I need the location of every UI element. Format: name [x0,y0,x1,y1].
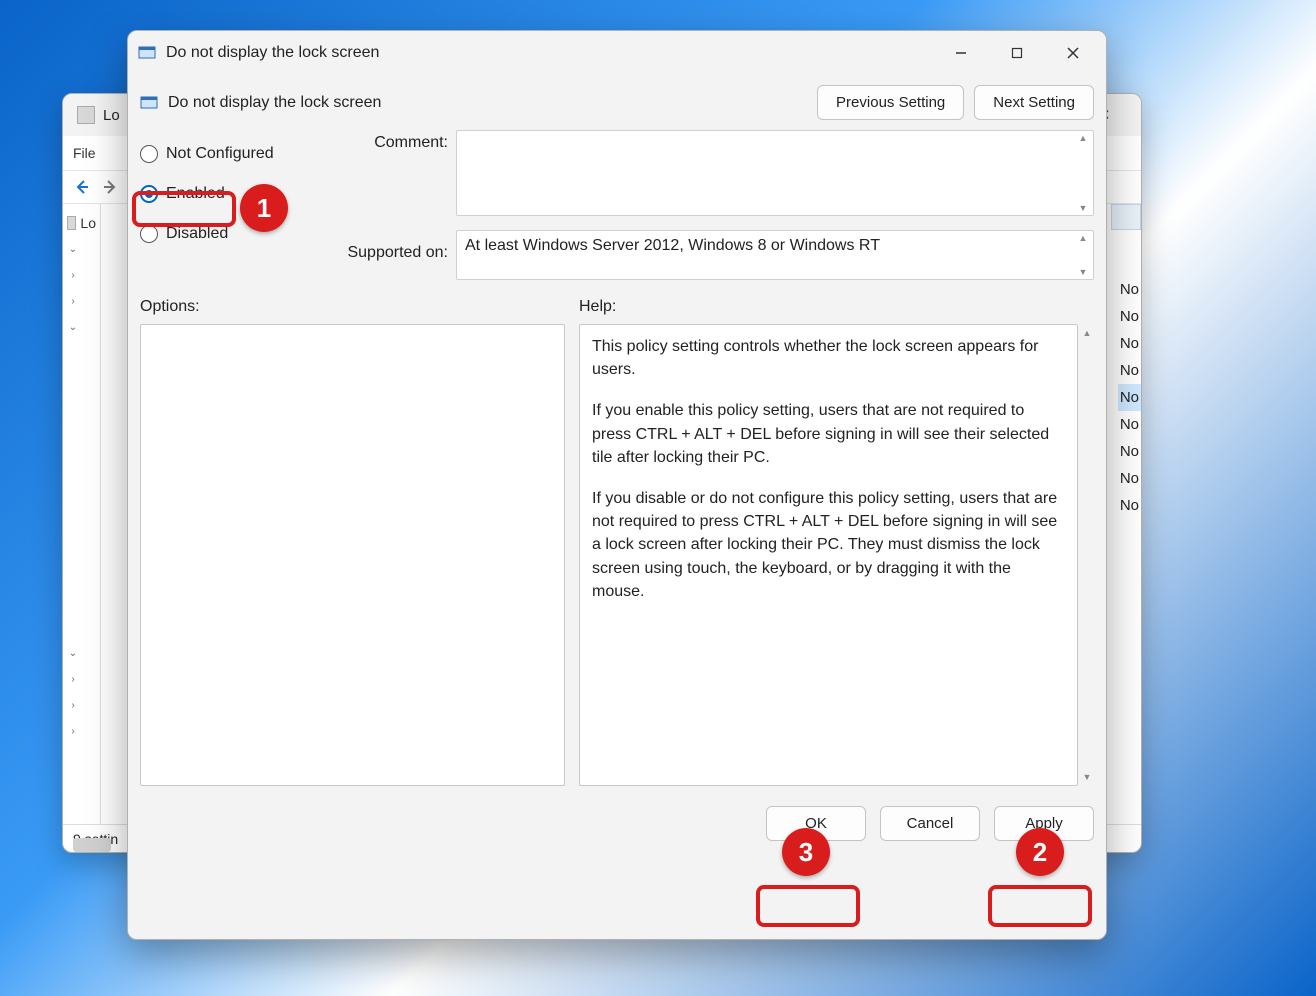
radio-icon [140,145,158,163]
help-panel: This policy setting controls whether the… [579,324,1078,786]
help-scrollbar[interactable]: ▲ ▼ [1078,324,1094,786]
forward-arrow-icon[interactable] [99,176,121,198]
gpedit-tree[interactable]: Lo ⌄ › › ⌄ ⌄ › › › [63,204,101,824]
comment-label: Comment: [328,130,448,184]
supported-on-value: At least Windows Server 2012, Windows 8 … [457,231,1093,279]
menu-file[interactable]: File [73,145,96,161]
help-text-p2: If you enable this policy setting, users… [592,399,1065,469]
list-item[interactable]: No [1118,384,1141,411]
chevron-right-icon[interactable]: › [67,270,79,281]
next-setting-button[interactable]: Next Setting [974,85,1094,120]
list-item[interactable]: No [1118,276,1141,303]
list-item[interactable]: No [1118,465,1141,492]
chevron-down-icon[interactable]: ⌄ [67,322,79,333]
scroll-spinner[interactable]: ▲▼ [1075,133,1091,213]
list-item[interactable]: No [1118,303,1141,330]
apply-button[interactable]: Apply [994,806,1094,841]
list-items: No No No No No No No No No [1118,276,1141,519]
help-text-p3: If you disable or do not configure this … [592,487,1065,603]
close-button[interactable] [1050,37,1096,69]
list-item[interactable]: No [1118,438,1141,465]
dialog-title: Do not display the lock screen [166,44,928,62]
comment-textbox[interactable]: ▲▼ [456,130,1094,216]
list-item[interactable]: No [1118,357,1141,384]
policy-icon [138,44,156,62]
gpedit-icon [77,106,95,124]
radio-label: Disabled [166,225,228,243]
help-text-p1: This policy setting controls whether the… [592,335,1065,381]
radio-label: Enabled [166,185,225,203]
help-label: Help: [579,298,1094,316]
list-item[interactable]: No [1118,411,1141,438]
list-item[interactable]: No [1118,330,1141,357]
scroll-down-icon[interactable]: ▼ [1080,772,1094,782]
radio-enabled[interactable]: Enabled [140,174,320,214]
maximize-button[interactable] [994,37,1040,69]
chevron-down-icon[interactable]: ⌄ [67,648,79,659]
previous-setting-button[interactable]: Previous Setting [817,85,964,120]
options-panel [140,324,565,786]
policy-name: Do not display the lock screen [168,94,807,112]
radio-disabled[interactable]: Disabled [140,214,320,254]
chevron-right-icon[interactable]: › [67,700,79,711]
supported-on-textbox: At least Windows Server 2012, Windows 8 … [456,230,1094,280]
radio-icon [140,225,158,243]
scroll-spinner[interactable]: ▲▼ [1075,233,1091,277]
scroll-icon [67,216,76,230]
options-label: Options: [140,298,565,316]
chevron-down-icon[interactable]: ⌄ [67,244,79,255]
chevron-right-icon[interactable]: › [67,674,79,685]
state-radio-group: Not Configured Enabled Disabled [140,130,320,254]
comment-value [457,131,1093,215]
chevron-right-icon[interactable]: › [67,296,79,307]
tree-root-label: Lo [80,215,96,231]
policy-icon [140,94,158,112]
cancel-button[interactable]: Cancel [880,806,980,841]
back-arrow-icon[interactable] [71,176,93,198]
horizontal-scrollbar[interactable] [73,838,111,852]
scroll-up-icon[interactable]: ▲ [1080,328,1094,338]
policy-setting-dialog: Do not display the lock screen Do not di… [127,30,1107,940]
radio-icon [140,185,158,203]
gpedit-title: Lo [103,107,120,124]
list-item[interactable]: No [1118,492,1141,519]
radio-label: Not Configured [166,145,274,163]
list-column-header[interactable] [1111,204,1141,230]
supported-on-label: Supported on: [328,184,448,262]
chevron-right-icon[interactable]: › [67,726,79,737]
ok-button[interactable]: OK [766,806,866,841]
radio-not-configured[interactable]: Not Configured [140,134,320,174]
minimize-button[interactable] [938,37,984,69]
dialog-titlebar[interactable]: Do not display the lock screen [128,31,1106,75]
